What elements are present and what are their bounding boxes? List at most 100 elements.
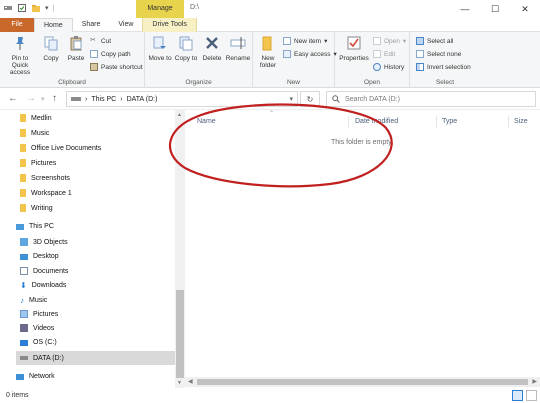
paste-shortcut-button[interactable]: Paste shortcut — [90, 63, 143, 71]
close-button[interactable]: ✕ — [510, 0, 540, 18]
tab-view[interactable]: View — [109, 18, 142, 32]
scroll-left-icon[interactable]: ◀ — [188, 378, 193, 385]
new-item-icon — [283, 37, 291, 45]
move-to-button[interactable]: Move to — [148, 35, 172, 62]
nav-item-downloads[interactable]: ⬇ Downloads — [20, 281, 66, 290]
tab-home[interactable]: Home — [34, 18, 73, 32]
cut-button[interactable]: ✂ Cut — [90, 37, 111, 45]
scroll-down-icon[interactable]: ▼ — [177, 380, 182, 386]
select-all-icon — [416, 37, 424, 45]
nav-item-music-pc[interactable]: ♪ Music — [20, 296, 47, 305]
history-label: History — [384, 63, 405, 71]
address-dropdown-chevron-icon[interactable]: ▾ — [289, 95, 293, 103]
address-row: ← → ▾ ↑ › This PC › DATA (D:) ▾ ↻ Search… — [0, 88, 540, 110]
nav-item-writing[interactable]: Writing — [20, 204, 53, 212]
move-to-icon — [153, 36, 166, 49]
nav-item-workspace-1[interactable]: Workspace 1 — [20, 189, 72, 197]
nav-item-desktop[interactable]: Desktop — [20, 253, 59, 260]
minimize-button[interactable]: — — [450, 0, 480, 18]
column-divider[interactable] — [508, 116, 509, 128]
scissors-icon: ✂ — [90, 37, 96, 44]
nav-item-this-pc[interactable]: This PC — [16, 223, 54, 230]
properties-icon[interactable] — [17, 3, 27, 13]
copy-path-button[interactable]: Copy path — [90, 50, 131, 58]
up-arrow-icon[interactable]: ↑ — [52, 93, 57, 104]
folder-icon — [20, 129, 26, 137]
recent-locations-chevron-icon[interactable]: ▾ — [41, 95, 45, 103]
document-icon — [20, 267, 28, 275]
column-divider[interactable] — [348, 116, 349, 128]
scrollbar-thumb[interactable] — [176, 290, 184, 378]
search-input[interactable]: Search DATA (D:) — [326, 91, 536, 107]
nav-item-network[interactable]: Network — [16, 373, 55, 380]
tab-share[interactable]: Share — [73, 18, 110, 32]
copy-to-button[interactable]: Copy to — [174, 35, 198, 62]
folder-icon — [20, 159, 26, 167]
rename-label: Rename — [225, 55, 251, 62]
large-icons-view-button[interactable] — [526, 390, 537, 401]
history-button[interactable]: History — [373, 63, 404, 71]
address-bar[interactable]: › This PC › DATA (D:) ▾ — [66, 91, 298, 107]
properties-button[interactable]: Properties — [338, 35, 370, 62]
column-header-date-modified[interactable]: Date modified — [355, 118, 398, 125]
easy-access-button[interactable]: Easy access ▾ — [283, 50, 337, 58]
navigation-scrollbar[interactable]: ▲ ▼ — [175, 110, 185, 388]
nav-item-label: Office Live Documents — [31, 144, 102, 152]
column-divider[interactable] — [436, 116, 437, 128]
scroll-right-icon[interactable]: ▶ — [532, 378, 537, 385]
nav-item-office-live-documents[interactable]: Office Live Documents — [20, 144, 101, 152]
new-group: New folder New item ▾ Easy access ▾ New — [253, 32, 337, 88]
customize-qat-icon[interactable]: ▾ — [45, 4, 49, 12]
network-icon — [16, 373, 24, 380]
horizontal-scrollbar[interactable]: ◀ ▶ — [185, 377, 540, 387]
pin-quick-access-button[interactable]: Pin to Quick access — [3, 35, 37, 76]
nav-item-videos[interactable]: Videos — [20, 324, 54, 332]
new-item-button[interactable]: New item ▾ — [283, 37, 327, 45]
paste-button[interactable]: Paste — [64, 35, 88, 62]
select-all-label: Select all — [427, 37, 454, 45]
select-none-button[interactable]: Select none — [416, 50, 461, 58]
column-header-type[interactable]: Type — [442, 118, 457, 125]
column-header-name[interactable]: Name — [197, 118, 216, 125]
nav-item-os-c[interactable]: OS (C:) — [20, 339, 57, 346]
back-arrow-icon[interactable]: ← — [8, 93, 18, 104]
new-folder-icon[interactable] — [31, 3, 41, 13]
breadcrumb-data-drive[interactable]: DATA (D:) — [127, 96, 158, 103]
ribbon: Pin to Quick access Copy Paste ✂ Cut Cop… — [0, 32, 540, 88]
refresh-button[interactable]: ↻ — [300, 91, 320, 107]
scrollbar-thumb[interactable] — [197, 379, 528, 385]
edit-button[interactable]: Edit — [373, 50, 395, 58]
nav-item-medlin[interactable]: Medlin — [20, 114, 52, 122]
nav-item-pictures-quick[interactable]: Pictures — [20, 159, 56, 167]
breadcrumb-this-pc[interactable]: This PC — [91, 96, 116, 103]
nav-item-label: Medlin — [31, 114, 52, 122]
copy-button[interactable]: Copy — [39, 35, 63, 62]
open-button[interactable]: Open ▾ — [373, 37, 406, 45]
invert-selection-button[interactable]: Invert selection — [416, 63, 471, 71]
new-folder-button[interactable]: New folder — [256, 35, 280, 69]
tab-file[interactable]: File — [0, 18, 34, 32]
cut-label: Cut — [101, 37, 112, 45]
rename-button[interactable]: Rename — [225, 35, 251, 62]
select-group: Select all Select none Invert selection … — [410, 32, 480, 88]
nav-item-music[interactable]: Music — [20, 129, 49, 137]
nav-item-data-d[interactable]: DATA (D:) — [16, 351, 175, 365]
maximize-button[interactable]: ☐ — [480, 0, 510, 18]
delete-button[interactable]: Delete — [201, 35, 223, 62]
window-title: D:\ — [190, 4, 199, 11]
nav-item-screenshots[interactable]: Screenshots — [20, 174, 70, 182]
manage-context-tab[interactable]: Manage — [136, 0, 184, 18]
search-placeholder: Search DATA (D:) — [345, 95, 400, 103]
column-header-size[interactable]: Size — [514, 118, 528, 125]
properties-check-icon — [347, 36, 361, 50]
nav-item-documents[interactable]: Documents — [20, 267, 68, 275]
details-view-button[interactable] — [512, 390, 523, 401]
drive-icon — [4, 6, 12, 10]
nav-item-3d-objects[interactable]: 3D Objects — [20, 238, 68, 246]
tab-drive-tools[interactable]: Drive Tools — [142, 18, 197, 32]
forward-arrow-icon[interactable]: → — [26, 93, 36, 104]
select-all-button[interactable]: Select all — [416, 37, 453, 45]
scroll-up-icon[interactable]: ▲ — [177, 112, 182, 118]
copy-icon — [44, 36, 58, 51]
nav-item-pictures-pc[interactable]: Pictures — [20, 310, 58, 318]
